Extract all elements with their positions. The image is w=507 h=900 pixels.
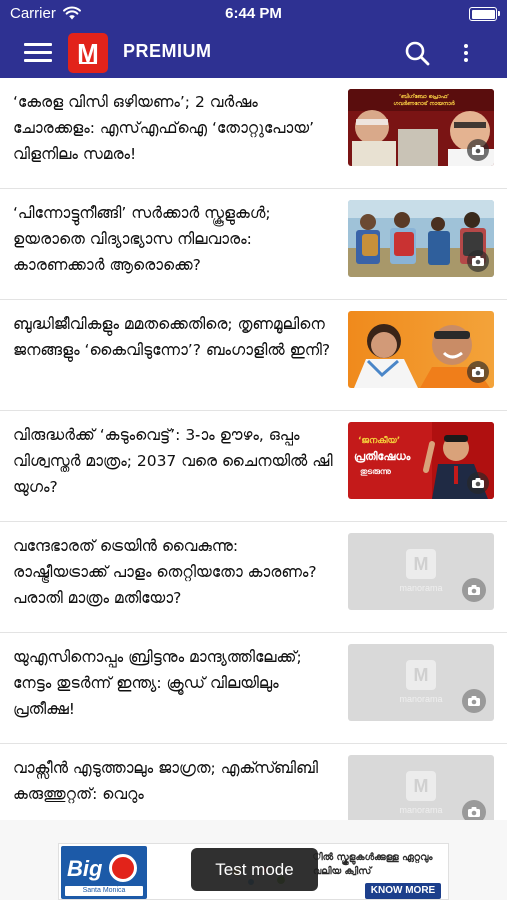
placeholder-logo: M <box>406 549 436 579</box>
ad-brand-big: Big <box>67 856 103 881</box>
camera-icon <box>462 578 486 602</box>
article-thumbnail-placeholder[interactable]: M manorama <box>348 644 494 721</box>
test-mode-toast: Test mode <box>191 848 318 891</box>
camera-icon <box>462 800 486 820</box>
article-item[interactable]: വാക്സീൻ എടുത്താലും ജാഗ്രത; എക്സ്ബിബി കരു… <box>0 744 507 820</box>
battery-icon <box>469 7 500 21</box>
thumbnail-caption-3: തുടരുന്നു <box>360 467 391 476</box>
article-item[interactable]: യുഎസിനൊപ്പം ബ്രിട്ടനും മാന്ദ്യത്തിലേക്ക്… <box>0 633 507 744</box>
thumbnail-caption-1: ‘ജനകീയ’ <box>358 436 401 446</box>
thumbnail-caption: ‘ബിഗ്‌ബോ പ്രൊഫ’ ഗവർണറോട് നായനാർ <box>393 94 455 107</box>
camera-icon <box>467 250 489 272</box>
camera-icon <box>462 689 486 713</box>
article-item[interactable]: ‘പിന്നോട്ടുനീങ്ങി’ സർക്കാർ സ്കൂളുകൾ; ഉയര… <box>0 189 507 300</box>
article-title[interactable]: വാക്സീൻ എടുത്താലും ജാഗ്രത; എക്സ്ബിബി കരു… <box>13 755 335 807</box>
article-title[interactable]: വന്ദേഭാരത് ട്രെയിൻ വൈകുന്നു: രാഷ്ട്രീയട്… <box>13 533 335 611</box>
placeholder-logo-letter: M <box>413 553 429 574</box>
article-thumbnail[interactable] <box>348 311 494 388</box>
placeholder-logo: M <box>406 660 436 690</box>
article-item[interactable]: ‘കേരള വിസി ഒഴിയണം’; 2 വർഷം ചോരക്കളം: എസ്… <box>0 78 507 189</box>
article-title[interactable]: ‘പിന്നോട്ടുനീങ്ങി’ സർക്കാർ സ്കൂളുകൾ; ഉയര… <box>13 200 335 278</box>
article-item[interactable]: ബുദ്ധിജീവികളും മമതക്കെതിരെ; തൃണമൂലിനെ ജന… <box>0 300 507 411</box>
camera-icon <box>467 361 489 383</box>
ad-brand-logo: Big Santa Monica <box>61 846 147 899</box>
ad-brand-sub: Santa Monica <box>65 886 143 896</box>
placeholder-logo-letter: M <box>413 664 429 685</box>
article-item[interactable]: വിരുദ്ധർക്ക് ‘കടുംവെട്ട്’: 3-ാം ഊഴം, ഒപ്… <box>0 411 507 522</box>
article-list: ‘കേരള വിസി ഒഴിയണം’; 2 വർഷം ചോരക്കളം: എസ്… <box>0 78 507 820</box>
camera-icon <box>467 139 489 161</box>
article-thumbnail[interactable]: ‘ബിഗ്‌ബോ പ്രൊഫ’ ഗവർണറോട് നായനാർ <box>348 89 494 166</box>
article-title[interactable]: ബുദ്ധിജീവികളും മമതക്കെതിരെ; തൃണമൂലിനെ ജന… <box>13 311 335 363</box>
ad-quiz-icon <box>109 854 137 882</box>
more-options-icon[interactable] <box>458 40 474 66</box>
search-icon[interactable] <box>404 40 430 66</box>
manorama-logo[interactable]: M <box>68 33 108 73</box>
article-title[interactable]: ‘കേരള വിസി ഒഴിയണം’; 2 വർഷം ചോരക്കളം: എസ്… <box>13 89 335 167</box>
logo-underline <box>79 62 97 64</box>
article-thumbnail[interactable]: ‘ജനകീയ’ പ്രതിഷേധം തുടരുന്നു <box>348 422 494 499</box>
camera-icon <box>467 472 489 494</box>
app-header: M PREMIUM <box>0 28 507 78</box>
hamburger-menu-icon[interactable] <box>24 41 52 65</box>
placeholder-logo-letter: M <box>413 775 429 796</box>
clock: 6:44 PM <box>225 5 282 22</box>
article-title[interactable]: വിരുദ്ധർക്ക് ‘കടുംവെട്ട്’: 3-ാം ഊഴം, ഒപ്… <box>13 422 335 500</box>
thumbnail-caption-2: പ്രതിഷേധം <box>354 450 411 463</box>
ad-headline: ിൽ സ്കൂളുകൾക്കുള്ള ഏറ്റവും വലിയ ക്വിസ് <box>313 852 433 877</box>
article-thumbnail-placeholder[interactable]: M manorama <box>348 533 494 610</box>
article-title[interactable]: യുഎസിനൊപ്പം ബ്രിട്ടനും മാന്ദ്യത്തിലേക്ക്… <box>13 644 335 722</box>
article-item[interactable]: വന്ദേഭാരത് ട്രെയിൻ വൈകുന്നു: രാഷ്ട്രീയട്… <box>0 522 507 633</box>
ad-know-more-button[interactable]: KNOW MORE <box>365 883 441 899</box>
page-title: PREMIUM <box>123 41 212 61</box>
placeholder-logo: M <box>406 771 436 801</box>
article-thumbnail-placeholder[interactable]: M manorama <box>348 755 494 820</box>
article-thumbnail[interactable] <box>348 200 494 277</box>
status-bar: Carrier 6:44 PM <box>0 0 507 28</box>
